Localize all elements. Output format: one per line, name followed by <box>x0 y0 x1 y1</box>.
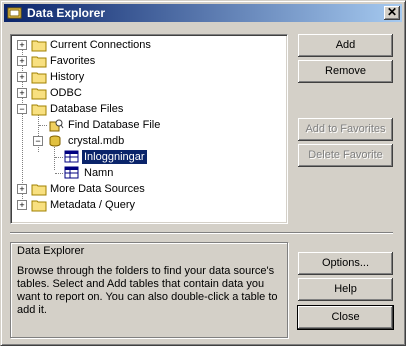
close-icon: ✕ <box>386 5 398 19</box>
folder-icon <box>31 56 47 68</box>
info-text: Browse through the folders to find your … <box>17 265 278 316</box>
folder-open-icon <box>31 104 47 116</box>
tree-item-database-files[interactable]: − Database Files <box>11 101 281 117</box>
table-icon <box>64 166 79 179</box>
expand-icon[interactable]: + <box>17 56 27 66</box>
database-icon <box>49 135 61 147</box>
table-icon <box>64 150 79 163</box>
tree-item-find-database-file[interactable]: Find Database File <box>11 117 281 133</box>
add-button[interactable]: Add <box>298 34 393 57</box>
tree-item-label: ODBC <box>50 87 82 99</box>
expand-icon[interactable]: + <box>17 88 27 98</box>
add-to-favorites-button[interactable]: Add to Favorites <box>298 118 393 141</box>
tree-item-label: History <box>50 71 85 83</box>
expand-icon[interactable]: + <box>17 40 27 50</box>
folder-icon <box>31 72 47 84</box>
tree-item-label: Namn <box>84 167 114 179</box>
tree-item-more-data-sources[interactable]: + More Data Sources <box>11 181 281 197</box>
data-explorer-window: Data Explorer ✕ + Current Connections + … <box>0 0 406 346</box>
collapse-icon[interactable]: − <box>33 136 43 146</box>
tree-item-history[interactable]: + History <box>11 69 281 85</box>
tree-item-label: Metadata / Query <box>50 199 135 211</box>
help-button[interactable]: Help <box>298 278 393 301</box>
tree-item-metadata-query[interactable]: + Metadata / Query <box>11 197 281 213</box>
app-icon <box>7 7 22 19</box>
tree-item-current-connections[interactable]: + Current Connections <box>11 37 281 53</box>
expand-icon[interactable]: + <box>17 72 27 82</box>
options-button[interactable]: Options... <box>298 252 393 275</box>
tree-item-label: Favorites <box>50 55 96 67</box>
folder-icon <box>31 88 47 100</box>
tree-item-inloggningar[interactable]: Inloggningar <box>11 149 281 165</box>
tree-item-namn[interactable]: Namn <box>11 165 281 181</box>
folder-icon <box>31 40 47 52</box>
close-window-button[interactable]: ✕ <box>384 6 400 20</box>
tree-connector <box>39 125 47 126</box>
close-button[interactable]: Close <box>297 305 394 330</box>
separator <box>10 232 393 234</box>
info-panel: Data Explorer Browse through the folders… <box>10 242 288 338</box>
tree-item-favorites[interactable]: + Favorites <box>11 53 281 69</box>
find-file-icon <box>49 119 64 132</box>
remove-button[interactable]: Remove <box>298 60 393 83</box>
tree-item-label: Database Files <box>50 103 124 115</box>
tree-item-odbc[interactable]: + ODBC <box>11 85 281 101</box>
info-title: Data Explorer <box>17 245 85 257</box>
tree-item-crystal-mdb[interactable]: − crystal.mdb <box>11 133 281 149</box>
tree-connector <box>55 173 63 174</box>
expand-icon[interactable]: + <box>17 200 27 210</box>
title-bar[interactable]: Data Explorer ✕ <box>4 4 402 22</box>
tree-item-label: More Data Sources <box>50 183 145 195</box>
folder-icon <box>31 200 47 212</box>
data-source-tree[interactable]: + Current Connections + Favorites + Hist… <box>10 34 288 224</box>
folder-icon <box>31 184 47 196</box>
tree-item-label: crystal.mdb <box>68 135 125 147</box>
tree-item-label: Find Database File <box>68 119 161 131</box>
tree-item-label: Current Connections <box>50 39 151 51</box>
collapse-icon[interactable]: − <box>17 104 27 114</box>
expand-icon[interactable]: + <box>17 184 27 194</box>
delete-favorite-button[interactable]: Delete Favorite <box>298 144 393 167</box>
tree-item-label: Inloggningar <box>82 150 147 164</box>
tree-connector <box>55 157 63 158</box>
window-title: Data Explorer <box>27 6 106 20</box>
